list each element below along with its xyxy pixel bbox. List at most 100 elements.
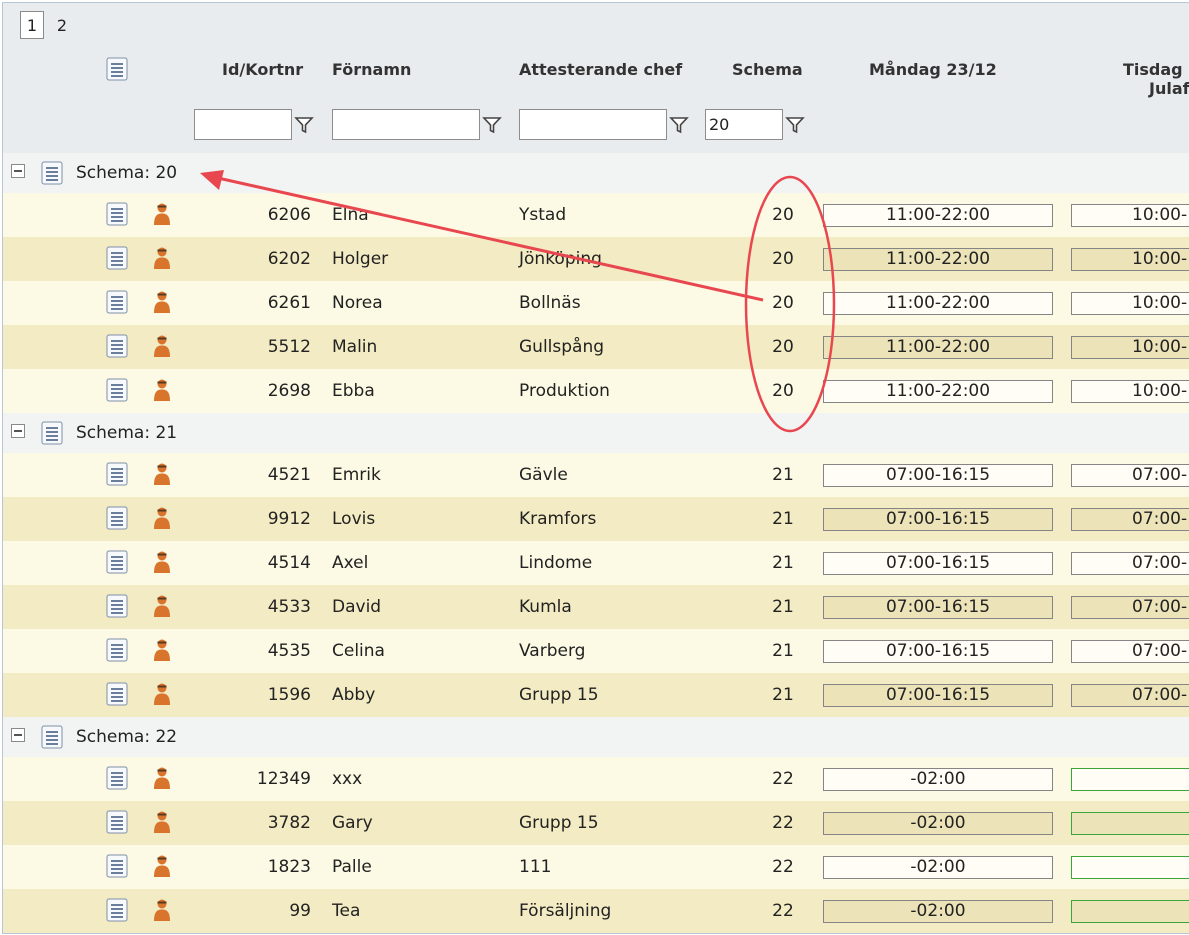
monday-time-field[interactable]: 07:00-16:15 (823, 596, 1053, 619)
list-icon[interactable] (106, 506, 128, 530)
tuesday-time-field[interactable]: 07:00- (1071, 464, 1189, 487)
tuesday-time-field[interactable]: 10:00- (1071, 380, 1189, 403)
person-icon[interactable] (153, 898, 171, 922)
cell-first-name: Axel (332, 553, 369, 573)
table-row[interactable]: 4521 Emrik Gävle 21 07:00-16:15 07:00- (3, 453, 1189, 497)
list-icon[interactable] (106, 378, 128, 402)
list-icon[interactable] (106, 638, 128, 662)
list-icon[interactable] (106, 854, 128, 878)
person-icon[interactable] (153, 378, 171, 402)
table-row[interactable]: 6261 Norea Bollnäs 20 11:00-22:00 10:00- (3, 281, 1189, 325)
monday-time-field[interactable]: 11:00-22:00 (823, 248, 1053, 271)
tuesday-time-field[interactable]: 07:00- (1071, 552, 1189, 575)
monday-time-field[interactable]: -02:00 (823, 900, 1053, 923)
person-icon[interactable] (153, 682, 171, 706)
tuesday-time-field[interactable] (1071, 900, 1189, 923)
table-row[interactable]: 4533 David Kumla 21 07:00-16:15 07:00- (3, 585, 1189, 629)
filter-manager-input[interactable] (519, 109, 667, 140)
person-icon[interactable] (153, 290, 171, 314)
column-header-tuesday[interactable]: Tisdag (1123, 60, 1183, 79)
column-header-first-name[interactable]: Förnamn (332, 60, 411, 79)
list-icon[interactable] (41, 725, 63, 749)
tuesday-time-field[interactable]: 10:00- (1071, 248, 1189, 271)
filter-id-input[interactable] (194, 109, 292, 140)
tuesday-time-field[interactable]: 07:00- (1071, 640, 1189, 663)
collapse-icon[interactable] (11, 164, 25, 178)
list-icon[interactable] (106, 682, 128, 706)
list-icon[interactable] (106, 550, 128, 574)
tuesday-time-field[interactable]: 07:00- (1071, 684, 1189, 707)
person-icon[interactable] (153, 506, 171, 530)
list-icon[interactable] (106, 57, 128, 81)
tuesday-time-field[interactable] (1071, 856, 1189, 879)
column-header-monday[interactable]: Måndag 23/12 (869, 60, 997, 79)
tuesday-time-field[interactable]: 10:00- (1071, 292, 1189, 315)
monday-time-field[interactable]: 11:00-22:00 (823, 380, 1053, 403)
column-header-manager[interactable]: Attesterande chef (519, 60, 682, 79)
tuesday-time-field[interactable]: 10:00- (1071, 336, 1189, 359)
monday-time-field[interactable]: 07:00-16:15 (823, 464, 1053, 487)
person-icon[interactable] (153, 766, 171, 790)
monday-time-field[interactable]: 11:00-22:00 (823, 292, 1053, 315)
tuesday-time-field[interactable] (1071, 768, 1189, 791)
tuesday-time-field[interactable] (1071, 812, 1189, 835)
filter-funnel-icon[interactable] (294, 115, 314, 135)
list-icon[interactable] (106, 290, 128, 314)
column-header-id[interactable]: Id/Kortnr (222, 60, 303, 79)
monday-time-field[interactable]: 07:00-16:15 (823, 552, 1053, 575)
tuesday-time-field[interactable]: 07:00- (1071, 596, 1189, 619)
table-row[interactable]: 4514 Axel Lindome 21 07:00-16:15 07:00- (3, 541, 1189, 585)
table-row[interactable]: 6206 Elna Ystad 20 11:00-22:00 10:00- (3, 193, 1189, 237)
person-icon[interactable] (153, 202, 171, 226)
page-button-1[interactable]: 1 (20, 11, 44, 39)
monday-time-field[interactable]: -02:00 (823, 812, 1053, 835)
person-icon[interactable] (153, 854, 171, 878)
list-icon[interactable] (41, 161, 63, 185)
table-row[interactable]: 5512 Malin Gullspång 20 11:00-22:00 10:00- (3, 325, 1189, 369)
person-icon[interactable] (153, 334, 171, 358)
table-row[interactable]: 1596 Abby Grupp 15 21 07:00-16:15 07:00- (3, 673, 1189, 717)
tuesday-time-field[interactable]: 07:00- (1071, 508, 1189, 531)
person-icon[interactable] (153, 246, 171, 270)
list-icon[interactable] (106, 246, 128, 270)
person-icon[interactable] (153, 462, 171, 486)
list-icon[interactable] (106, 810, 128, 834)
monday-time-field[interactable]: 07:00-16:15 (823, 508, 1053, 531)
filter-funnel-icon[interactable] (482, 115, 502, 135)
collapse-icon[interactable] (11, 424, 25, 438)
monday-time-field[interactable]: 07:00-16:15 (823, 640, 1053, 663)
table-row[interactable]: 6202 Holger Jönköping 20 11:00-22:00 10:00- (3, 237, 1189, 281)
column-header-schedule[interactable]: Schema (732, 60, 803, 79)
list-icon[interactable] (106, 594, 128, 618)
monday-time-field[interactable]: 11:00-22:00 (823, 204, 1053, 227)
monday-time-field[interactable]: -02:00 (823, 856, 1053, 879)
cell-id: 3782 (267, 813, 311, 833)
list-icon[interactable] (106, 898, 128, 922)
page-button-2[interactable]: 2 (50, 11, 74, 39)
filter-schedule-input[interactable] (705, 109, 783, 140)
collapse-icon[interactable] (11, 728, 25, 742)
table-row[interactable]: 9912 Lovis Kramfors 21 07:00-16:15 07:00- (3, 497, 1189, 541)
list-icon[interactable] (106, 202, 128, 226)
table-row[interactable]: 2698 Ebba Produktion 20 11:00-22:00 10:00- (3, 369, 1189, 413)
list-icon[interactable] (106, 766, 128, 790)
monday-time-field[interactable]: -02:00 (823, 768, 1053, 791)
filter-first-name-input[interactable] (332, 109, 480, 140)
table-row[interactable]: 12349 xxx 22 -02:00 (3, 757, 1189, 801)
list-icon[interactable] (106, 462, 128, 486)
person-icon[interactable] (153, 550, 171, 574)
table-row[interactable]: 3782 Gary Grupp 15 22 -02:00 (3, 801, 1189, 845)
table-row[interactable]: 4535 Celina Varberg 21 07:00-16:15 07:00- (3, 629, 1189, 673)
list-icon[interactable] (41, 421, 63, 445)
monday-time-field[interactable]: 11:00-22:00 (823, 336, 1053, 359)
person-icon[interactable] (153, 638, 171, 662)
person-icon[interactable] (153, 810, 171, 834)
tuesday-time-field[interactable]: 10:00- (1071, 204, 1189, 227)
person-icon[interactable] (153, 594, 171, 618)
table-row[interactable]: 99 Tea Försäljning 22 -02:00 (3, 889, 1189, 933)
filter-funnel-icon[interactable] (669, 115, 689, 135)
list-icon[interactable] (106, 334, 128, 358)
table-row[interactable]: 1823 Palle 111 22 -02:00 (3, 845, 1189, 889)
monday-time-field[interactable]: 07:00-16:15 (823, 684, 1053, 707)
filter-funnel-icon[interactable] (785, 115, 805, 135)
